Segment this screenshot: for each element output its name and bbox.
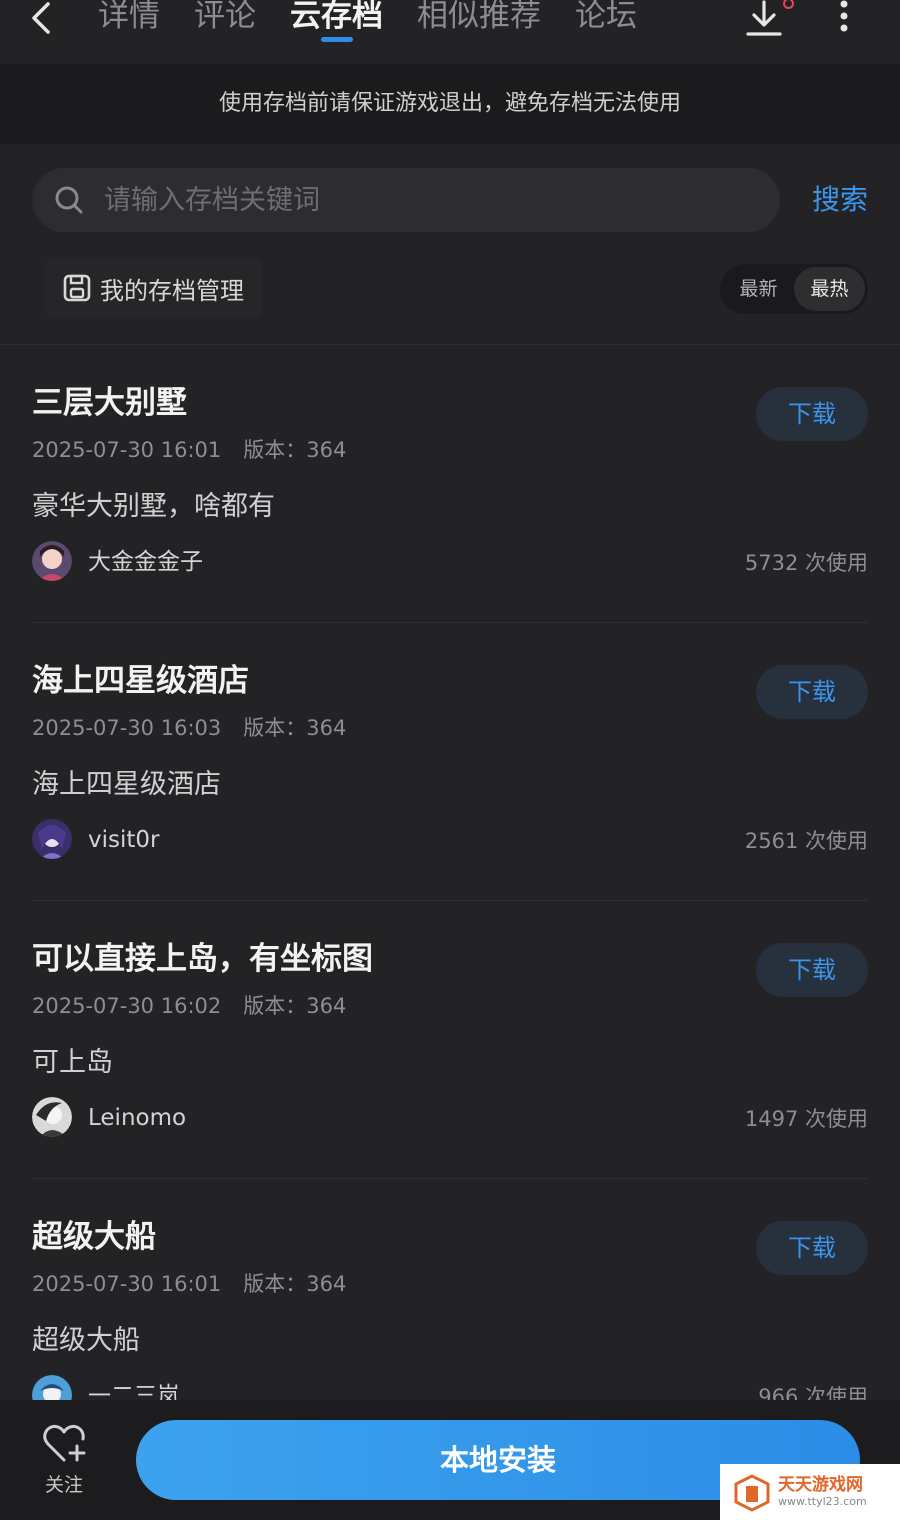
download-button[interactable]: 下载 xyxy=(756,387,868,441)
tab-cloud-save-label: 云存档 xyxy=(290,0,383,34)
site-logo-icon xyxy=(734,1474,770,1512)
tab-details[interactable]: 详情 xyxy=(98,0,160,38)
author-name[interactable]: Leinomo xyxy=(88,1101,186,1135)
author-avatar[interactable] xyxy=(32,541,72,581)
download-icon[interactable] xyxy=(744,0,784,40)
save-version: 版本：364 xyxy=(243,994,347,1018)
follow-label: 关注 xyxy=(44,1474,83,1496)
author-name[interactable]: 大金金金子 xyxy=(88,545,203,579)
site-watermark: 天天游戏网 www.ttyl23.com xyxy=(720,1464,900,1520)
search-input[interactable] xyxy=(104,168,754,232)
search-icon xyxy=(55,186,83,214)
save-disk-icon xyxy=(63,274,91,302)
save-title: 可以直接上岛，有坐标图 xyxy=(32,941,373,977)
download-button[interactable]: 下载 xyxy=(756,943,868,997)
follow-button[interactable]: 关注 xyxy=(30,1422,98,1497)
my-save-manage-button[interactable]: 我的存档管理 xyxy=(44,258,262,318)
tab-forum[interactable]: 论坛 xyxy=(575,0,637,38)
sort-hottest[interactable]: 最热 xyxy=(794,267,865,311)
tab-similar[interactable]: 相似推荐 xyxy=(417,0,541,38)
save-version: 版本：364 xyxy=(243,438,347,462)
save-meta: 2025-07-30 16:01 版本：364 xyxy=(32,435,346,465)
save-title: 海上四星级酒店 xyxy=(32,663,249,699)
save-version: 版本：364 xyxy=(243,1272,347,1296)
tab-comments[interactable]: 评论 xyxy=(194,0,256,38)
save-description: 豪华大别墅，啥都有 xyxy=(32,491,275,522)
save-time: 2025-07-30 16:02 xyxy=(32,994,222,1018)
save-title: 三层大别墅 xyxy=(32,385,187,421)
notification-dot xyxy=(783,0,794,9)
save-meta: 2025-07-30 16:03 版本：364 xyxy=(32,713,346,743)
sort-toggle: 最新 最热 xyxy=(720,264,868,314)
notice-banner: 使用存档前请保证游戏退出，避免存档无法使用 xyxy=(0,64,900,144)
usage-count: 1497 次使用 xyxy=(744,1107,868,1131)
active-tab-indicator xyxy=(320,37,353,42)
download-button[interactable]: 下载 xyxy=(756,1221,868,1275)
sort-newest[interactable]: 最新 xyxy=(723,267,794,311)
author-avatar[interactable] xyxy=(32,819,72,859)
save-time: 2025-07-30 16:03 xyxy=(32,716,222,740)
download-button[interactable]: 下载 xyxy=(756,665,868,719)
save-description: 可上岛 xyxy=(32,1047,113,1078)
tab-cloud-save[interactable]: 云存档 xyxy=(290,0,383,42)
save-description: 超级大船 xyxy=(32,1325,140,1356)
save-title: 超级大船 xyxy=(32,1219,156,1255)
author-name[interactable]: visit0r xyxy=(88,823,159,857)
save-meta: 2025-07-30 16:01 版本：364 xyxy=(32,1269,346,1299)
watermark-url: www.ttyl23.com xyxy=(778,1495,867,1508)
usage-count: 5732 次使用 xyxy=(744,551,868,575)
back-arrow-icon[interactable] xyxy=(28,0,58,36)
watermark-title: 天天游戏网 xyxy=(778,1475,863,1495)
save-card[interactable]: 三层大别墅 2025-07-30 16:01 版本：364 豪华大别墅，啥都有 大… xyxy=(32,345,868,623)
save-card[interactable]: 海上四星级酒店 2025-07-30 16:03 版本：364 海上四星级酒店 v… xyxy=(32,623,868,901)
usage-count: 2561 次使用 xyxy=(744,829,868,853)
save-time: 2025-07-30 16:01 xyxy=(32,1272,222,1296)
save-meta: 2025-07-30 16:02 版本：364 xyxy=(32,991,346,1021)
search-box[interactable] xyxy=(32,168,780,232)
search-button[interactable]: 搜索 xyxy=(812,180,868,220)
top-nav: 详情 评论 云存档 相似推荐 论坛 xyxy=(0,0,900,64)
save-version: 版本：364 xyxy=(243,716,347,740)
author-avatar[interactable] xyxy=(32,1097,72,1137)
author-avatar[interactable] xyxy=(32,1375,72,1400)
save-card[interactable]: 可以直接上岛，有坐标图 2025-07-30 16:02 版本：364 可上岛 L… xyxy=(32,901,868,1179)
save-card[interactable]: 超级大船 2025-07-30 16:01 版本：364 超级大船 一二三岚 96… xyxy=(32,1179,868,1400)
more-vertical-icon[interactable] xyxy=(834,0,854,36)
watermark-text: 天天游戏网 www.ttyl23.com xyxy=(778,1475,867,1509)
tab-bar: 详情 评论 云存档 相似推荐 论坛 xyxy=(98,0,637,42)
author-name[interactable]: 一二三岚 xyxy=(88,1379,180,1400)
save-time: 2025-07-30 16:01 xyxy=(32,438,222,462)
save-list: 三层大别墅 2025-07-30 16:01 版本：364 豪华大别墅，啥都有 大… xyxy=(0,345,900,1400)
usage-count: 966 次使用 xyxy=(758,1385,868,1400)
my-save-manage-label: 我的存档管理 xyxy=(100,276,244,305)
heart-plus-icon xyxy=(43,1424,86,1462)
save-description: 海上四星级酒店 xyxy=(32,769,221,800)
